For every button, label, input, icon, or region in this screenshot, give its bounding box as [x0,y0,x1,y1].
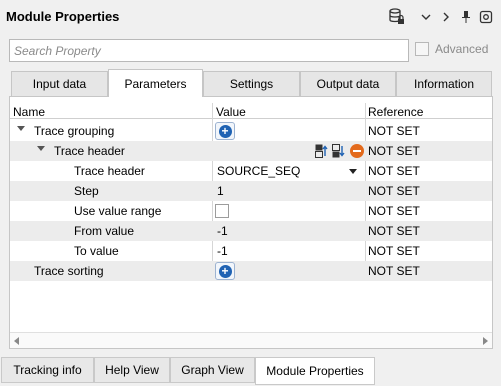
collapse-arrow-icon[interactable] [17,126,25,131]
row-reference: NOT SET [368,204,420,218]
advanced-toggle[interactable]: Advanced [415,42,488,56]
tab-label: Parameters [124,76,187,91]
vertical-scrollbar[interactable] [494,96,501,349]
row-reference: NOT SET [368,144,420,158]
database-lock-icon[interactable] [389,8,405,26]
row-reference: NOT SET [368,264,420,278]
use-value-range-checkbox[interactable] [215,204,229,218]
to-value[interactable]: -1 [217,244,228,258]
row-name: Use value range [74,204,162,218]
row-reference: NOT SET [368,224,420,238]
plus-icon: + [218,124,232,138]
collapse-arrow-icon[interactable] [37,146,45,151]
tab-settings[interactable]: Settings [203,71,300,96]
bottom-tab-bar: Tracking info Help View Graph View Modul… [0,357,501,386]
move-down-icon[interactable] [332,144,347,158]
advanced-label: Advanced [435,42,489,56]
row-name: To value [74,244,119,258]
column-value-header[interactable]: Value [216,105,246,119]
tab-input-data[interactable]: Input data [11,71,108,96]
tab-label: Output data [316,77,380,91]
plus-icon: + [218,264,232,278]
tab-help-view[interactable]: Help View [94,357,170,383]
column-name-header[interactable]: Name [13,105,45,119]
column-reference-header[interactable]: Reference [368,105,423,119]
tab-label: Settings [229,77,274,91]
remove-icon[interactable] [350,144,364,158]
tab-label: Help View [105,363,159,377]
window-title: Module Properties [6,9,120,24]
search-input[interactable] [9,39,409,62]
tab-label: Module Properties [266,364,364,378]
chevron-down-icon[interactable] [418,8,434,26]
horizontal-scrollbar[interactable] [10,332,492,348]
title-bar: Module Properties [0,0,501,36]
tab-module-properties[interactable]: Module Properties [255,357,375,385]
tab-graph-view[interactable]: Graph View [170,357,255,383]
tab-label: Information [413,77,475,91]
property-grid: Name Value Reference Trace grouping + NO… [9,96,493,349]
row-name: Trace grouping [34,124,115,138]
grid-header: Name Value Reference [10,103,492,119]
advanced-checkbox[interactable] [415,42,429,56]
row-name: Trace header [74,164,145,178]
tab-output-data[interactable]: Output data [300,71,396,96]
scroll-left-icon[interactable] [14,337,19,345]
scroll-right-icon[interactable] [483,337,488,345]
tab-parameters[interactable]: Parameters [108,69,203,97]
grid-row-from-value[interactable]: From value -1 NOT SET [10,221,492,241]
step-value[interactable]: 1 [217,184,224,198]
tab-information[interactable]: Information [396,71,492,96]
chevron-right-icon[interactable] [438,8,454,26]
add-item-button[interactable]: + [215,122,235,140]
pin-icon[interactable] [458,8,474,26]
row-reference: NOT SET [368,244,420,258]
tab-label: Input data [32,77,87,91]
dropdown-arrow-icon[interactable] [349,169,357,174]
row-reference: NOT SET [368,184,420,198]
row-name: From value [74,224,135,238]
row-name: Trace header [54,144,125,158]
grid-row-step[interactable]: Step 1 NOT SET [10,181,492,201]
row-reference: NOT SET [368,124,420,138]
grid-row-trace-sorting[interactable]: Trace sorting + NOT SET [10,261,492,281]
grid-row-trace-header-group[interactable]: Trace header NOT SET [10,141,492,161]
tab-bar: Input data Parameters Settings Output da… [9,69,501,97]
row-reference: NOT SET [368,164,420,178]
row-name: Step [74,184,99,198]
tab-label: Graph View [181,363,244,377]
grid-row-trace-grouping[interactable]: Trace grouping + NOT SET [10,121,492,141]
grid-row-use-value-range[interactable]: Use value range NOT SET [10,201,492,221]
grid-row-to-value[interactable]: To value -1 NOT SET [10,241,492,261]
from-value[interactable]: -1 [217,224,228,238]
settings-icon[interactable] [478,8,494,26]
tab-label: Tracking info [13,363,82,377]
row-name: Trace sorting [34,264,104,278]
grid-row-trace-header[interactable]: Trace header SOURCE_SEQ NOT SET [10,161,492,181]
add-item-button[interactable]: + [215,262,235,280]
trace-header-dropdown-value[interactable]: SOURCE_SEQ [217,164,300,178]
tab-tracking-info[interactable]: Tracking info [1,357,94,383]
move-up-icon[interactable] [315,144,330,158]
